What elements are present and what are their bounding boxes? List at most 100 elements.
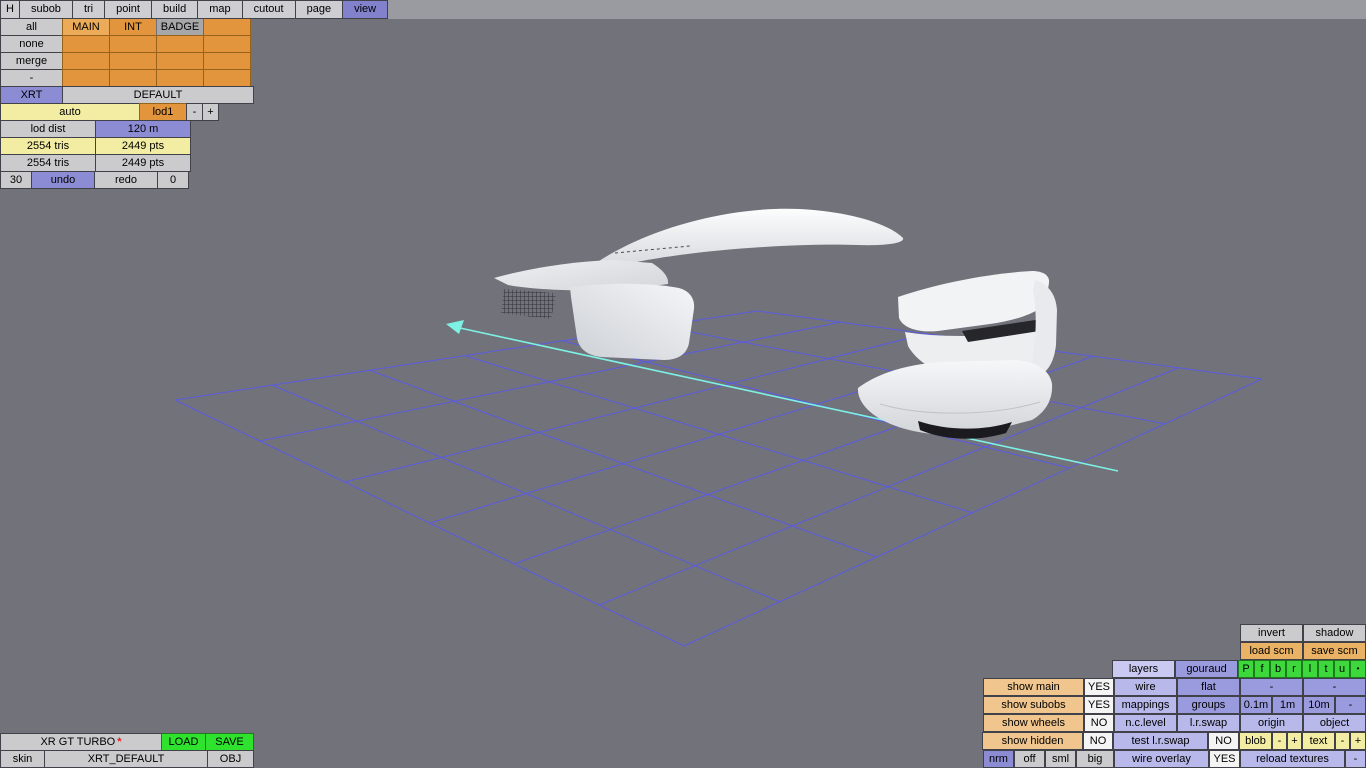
mappings-button[interactable]: mappings	[1114, 696, 1177, 714]
nrm-sml-button[interactable]: sml	[1045, 750, 1076, 768]
material-cell[interactable]	[203, 69, 251, 87]
nrm-big-button[interactable]: big	[1076, 750, 1114, 768]
bank-xrt-button[interactable]: XRT	[0, 86, 63, 104]
load-button[interactable]: LOAD	[161, 733, 206, 751]
test-lr-swap-value[interactable]: NO	[1208, 732, 1239, 750]
nrm-button[interactable]: nrm	[983, 750, 1014, 768]
test-lr-swap-button[interactable]: test l.r.swap	[1113, 732, 1208, 750]
lod-current-button[interactable]: lod1	[139, 103, 187, 121]
show-main-value[interactable]: YES	[1084, 678, 1114, 696]
menu-subob-button[interactable]: subob	[18, 0, 73, 19]
blob-plus-button[interactable]: +	[1287, 732, 1302, 750]
car-roof-panel	[596, 208, 904, 265]
invert-button[interactable]: invert	[1240, 624, 1303, 642]
material-cell[interactable]	[109, 69, 157, 87]
lod-plus-button[interactable]: +	[202, 103, 219, 121]
wire-overlay-button[interactable]: wire overlay	[1114, 750, 1209, 768]
gouraud-button[interactable]: gouraud	[1175, 660, 1238, 678]
material-cell[interactable]	[62, 35, 110, 53]
blob-button[interactable]: blob	[1239, 732, 1272, 750]
bank-default-button[interactable]: DEFAULT	[62, 86, 254, 104]
skin-button[interactable]: skin	[0, 750, 45, 768]
view-dot-button[interactable]: •	[1350, 660, 1366, 678]
view-top-button[interactable]: t	[1318, 660, 1334, 678]
lod-minus-button[interactable]: -	[186, 103, 203, 121]
text-button[interactable]: text	[1302, 732, 1335, 750]
material-int-header[interactable]: INT	[109, 18, 157, 36]
material-cell[interactable]	[109, 52, 157, 70]
menu-build-button[interactable]: build	[150, 0, 199, 19]
wire-dash-button[interactable]: -	[1240, 678, 1303, 696]
show-main-button[interactable]: show main	[983, 678, 1084, 696]
material-cell[interactable]	[62, 52, 110, 70]
redo-button[interactable]: redo	[94, 171, 158, 189]
material-cell[interactable]	[109, 35, 157, 53]
grid-step-01m-button[interactable]: 0.1m	[1240, 696, 1272, 714]
nrm-off-button[interactable]: off	[1014, 750, 1045, 768]
menu-cutout-button[interactable]: cutout	[241, 0, 296, 19]
select-all-button[interactable]: all	[0, 18, 63, 36]
merge-button[interactable]: merge	[0, 52, 63, 70]
undo-button[interactable]: undo	[31, 171, 95, 189]
material-cell[interactable]	[62, 69, 110, 87]
groups-button[interactable]: groups	[1177, 696, 1240, 714]
menu-map-button[interactable]: map	[197, 0, 243, 19]
show-hidden-value[interactable]: NO	[1083, 732, 1113, 750]
material-header-blank[interactable]	[203, 18, 251, 36]
show-subobs-button[interactable]: show subobs	[983, 696, 1084, 714]
lr-swap-button[interactable]: l.r.swap	[1177, 714, 1240, 732]
reload-textures-button[interactable]: reload textures	[1240, 750, 1345, 768]
view-perspective-button[interactable]: P	[1238, 660, 1254, 678]
wire-overlay-value[interactable]: YES	[1209, 750, 1240, 768]
show-hidden-button[interactable]: show hidden	[982, 732, 1083, 750]
view-back-button[interactable]: b	[1270, 660, 1286, 678]
view-front-button[interactable]: f	[1254, 660, 1270, 678]
material-cell[interactable]	[156, 35, 204, 53]
car-name-button[interactable]: XR GT TURBO *	[0, 733, 162, 751]
skin-name-button[interactable]: XRT_DEFAULT	[44, 750, 208, 768]
select-none-button[interactable]: none	[0, 35, 63, 53]
show-main-row: show main YES wire flat - -	[983, 678, 1366, 696]
car-rear-bumper	[857, 360, 1053, 435]
layers-button[interactable]: layers	[1112, 660, 1175, 678]
material-main-header[interactable]: MAIN	[62, 18, 110, 36]
material-cell[interactable]	[156, 52, 204, 70]
flat-button[interactable]: flat	[1177, 678, 1240, 696]
nc-level-button[interactable]: n.c.level	[1114, 714, 1177, 732]
lod-dist-value[interactable]: 120 m	[95, 120, 191, 138]
obj-button[interactable]: OBJ	[207, 750, 254, 768]
material-cell[interactable]	[156, 69, 204, 87]
origin-button[interactable]: origin	[1240, 714, 1303, 732]
grid-step-1m-button[interactable]: 1m	[1272, 696, 1303, 714]
menu-tri-button[interactable]: tri	[71, 0, 106, 19]
grid-step-dash-button[interactable]: -	[1335, 696, 1366, 714]
wire-button[interactable]: wire	[1114, 678, 1177, 696]
material-badge-header[interactable]: BADGE	[156, 18, 204, 36]
view-under-button[interactable]: u	[1334, 660, 1350, 678]
text-minus-button[interactable]: -	[1335, 732, 1350, 750]
reload-dash-button[interactable]: -	[1345, 750, 1366, 768]
load-scm-button[interactable]: load scm	[1240, 642, 1303, 660]
object-button[interactable]: object	[1303, 714, 1366, 732]
show-wheels-value[interactable]: NO	[1084, 714, 1114, 732]
flat-dash-button[interactable]: -	[1303, 678, 1366, 696]
material-cell[interactable]	[203, 35, 251, 53]
select-dash-button[interactable]: -	[0, 69, 63, 87]
view-left-button[interactable]: l	[1302, 660, 1318, 678]
show-hidden-row: show hidden NO test l.r.swap NO blob - +…	[982, 732, 1366, 750]
menu-hide-button[interactable]: H	[0, 0, 20, 19]
menu-page-button[interactable]: page	[294, 0, 344, 19]
lod-auto-button[interactable]: auto	[0, 103, 140, 121]
text-plus-button[interactable]: +	[1350, 732, 1366, 750]
show-subobs-value[interactable]: YES	[1084, 696, 1114, 714]
save-button[interactable]: SAVE	[205, 733, 254, 751]
save-scm-button[interactable]: save scm	[1303, 642, 1366, 660]
menu-point-button[interactable]: point	[104, 0, 152, 19]
show-wheels-button[interactable]: show wheels	[983, 714, 1084, 732]
menu-view-button[interactable]: view	[342, 0, 389, 19]
view-right-button[interactable]: r	[1286, 660, 1302, 678]
grid-step-10m-button[interactable]: 10m	[1303, 696, 1335, 714]
shadow-button[interactable]: shadow	[1303, 624, 1366, 642]
material-cell[interactable]	[203, 52, 251, 70]
blob-minus-button[interactable]: -	[1272, 732, 1287, 750]
